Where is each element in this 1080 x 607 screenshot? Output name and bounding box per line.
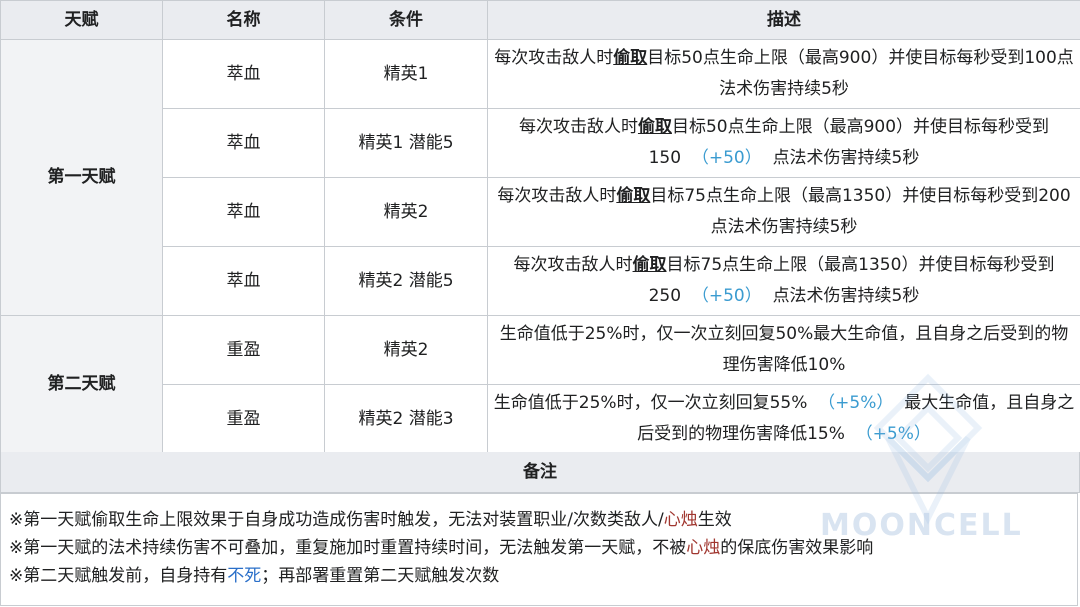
- desc-text: 生命值低于25%时，仅一次立刻回复50%最大生命值，且自身之后受到的物理伤害降低…: [499, 324, 1069, 375]
- table-header-row: 天赋 名称 条件 描述: [0, 0, 1080, 40]
- talent-name: 重盈: [162, 384, 325, 454]
- table-row: 萃血 精英1 潜能5 每次攻击敌人时偷取目标50点生命上限（最高900）并使目标…: [1, 108, 1080, 178]
- talent-condition: 精英2 潜能3: [324, 384, 488, 454]
- table-row: 萃血 精英2 每次攻击敌人时偷取目标75点生命上限（最高1350）并使目标每秒受…: [1, 177, 1080, 247]
- desc-text: 每次攻击敌人时: [518, 117, 638, 137]
- note-line: ※第一天赋偷取生命上限效果于自身成功造成伤害时触发，无法对装置职业/次数类敌人/…: [9, 506, 1077, 534]
- note-text: ※第一天赋偷取生命上限效果于自身成功造成伤害时触发，无法对装置职业/次数类敌人/: [9, 510, 664, 530]
- note-text: ；再部署重置第二天赋触发次数: [261, 566, 500, 586]
- note-line: ※第二天赋触发前，自身持有不死；再部署重置第二天赋触发次数: [9, 562, 1077, 590]
- steal-link[interactable]: 偷取: [638, 117, 672, 137]
- desc-text: 目标75点生命上限（最高1350）并使目标每秒受到200点法术伤害持续5秒: [650, 186, 1071, 237]
- note-text: ※第二天赋触发前，自身持有: [9, 566, 228, 586]
- keyword-link[interactable]: 心烛: [664, 510, 698, 530]
- talent-description: 生命值低于25%时，仅一次立刻回复50%最大生命值，且自身之后受到的物理伤害降低…: [487, 315, 1080, 385]
- potential-bonus: （+5%）: [818, 393, 894, 413]
- potential-bonus: （+5%）: [855, 424, 931, 444]
- header-name: 名称: [162, 0, 325, 40]
- talent-group-second: 第二天赋: [0, 315, 163, 454]
- talent-name: 重盈: [162, 315, 325, 385]
- header-condition: 条件: [324, 0, 488, 40]
- note-text: 生效: [697, 510, 732, 530]
- desc-text: 点法术伤害持续5秒: [772, 286, 920, 306]
- talent-name: 萃血: [162, 108, 325, 178]
- desc-text: 目标50点生命上限（最高900）并使目标每秒受到100点法术伤害持续5秒: [647, 48, 1074, 99]
- talent-name: 萃血: [162, 39, 325, 109]
- talent-description: 生命值低于25%时，仅一次立刻回复55% （+5%） 最大生命值，且自身之后受到的物…: [487, 384, 1080, 454]
- note-text: 的保底伤害效果影响: [720, 538, 874, 558]
- notes-section: ※第一天赋偷取生命上限效果于自身成功造成伤害时触发，无法对装置职业/次数类敌人/…: [0, 493, 1078, 606]
- talent-name: 萃血: [162, 177, 325, 247]
- header-talent: 天赋: [0, 0, 163, 40]
- talent-group-first: 第一天赋: [0, 39, 163, 316]
- table-row: 萃血 精英2 潜能5 每次攻击敌人时偷取目标75点生命上限（最高1350）并使目…: [1, 246, 1080, 316]
- table-row: 第二天赋 重盈 精英2 生命值低于25%时，仅一次立刻回复50%最大生命值，且自…: [0, 315, 1080, 454]
- notes-title: 备注: [0, 452, 1080, 493]
- talent-condition: 精英1: [324, 39, 488, 109]
- desc-text: 每次攻击敌人时: [494, 48, 614, 68]
- header-description: 描述: [487, 0, 1080, 40]
- note-line: ※第一天赋的法术持续伤害不可叠加，重复施加时重置持续时间，无法触发第一天赋，不被…: [9, 534, 1077, 562]
- note-text: ※第一天赋的法术持续伤害不可叠加，重复施加时重置持续时间，无法触发第一天赋，不被: [9, 538, 687, 558]
- potential-bonus: （+50）: [691, 286, 762, 306]
- desc-text: 生命值低于25%时，仅一次立刻回复55%: [493, 393, 808, 413]
- talent-condition: 精英1 潜能5: [324, 108, 488, 178]
- steal-link[interactable]: 偷取: [613, 48, 647, 68]
- keyword-link[interactable]: 心烛: [686, 538, 720, 558]
- desc-text: 每次攻击敌人时: [513, 255, 633, 275]
- talent-description: 每次攻击敌人时偷取目标75点生命上限（最高1350）并使目标每秒受到200点法术…: [487, 177, 1080, 247]
- talent-description: 每次攻击敌人时偷取目标50点生命上限（最高900）并使目标每秒受到100点法术伤…: [487, 39, 1080, 109]
- steal-link[interactable]: 偷取: [633, 255, 667, 275]
- keyword-link[interactable]: 不死: [227, 566, 261, 586]
- table-row: 重盈 精英2 潜能3 生命值低于25%时，仅一次立刻回复55% （+5%） 最大生命…: [1, 384, 1080, 454]
- desc-text: 点法术伤害持续5秒: [772, 148, 920, 168]
- talent-condition: 精英2 潜能5: [324, 246, 488, 316]
- desc-text: 每次攻击敌人时: [497, 186, 617, 206]
- steal-link[interactable]: 偷取: [616, 186, 650, 206]
- talent-name: 萃血: [162, 246, 325, 316]
- talent-condition: 精英2: [324, 315, 488, 385]
- table-row: 第一天赋 萃血 精英1 每次攻击敌人时偷取目标50点生命上限（最高900）并使目…: [0, 39, 1080, 316]
- talent-description: 每次攻击敌人时偷取目标75点生命上限（最高1350）并使目标每秒受到250 （+5…: [487, 246, 1080, 316]
- talent-description: 每次攻击敌人时偷取目标50点生命上限（最高900）并使目标每秒受到150 （+50…: [487, 108, 1080, 178]
- potential-bonus: （+50）: [691, 148, 762, 168]
- talent-table: 天赋 名称 条件 描述 第一天赋 萃血 精英1 每次攻击敌人时偷取目标50点生命…: [0, 0, 1080, 454]
- talent-condition: 精英2: [324, 177, 488, 247]
